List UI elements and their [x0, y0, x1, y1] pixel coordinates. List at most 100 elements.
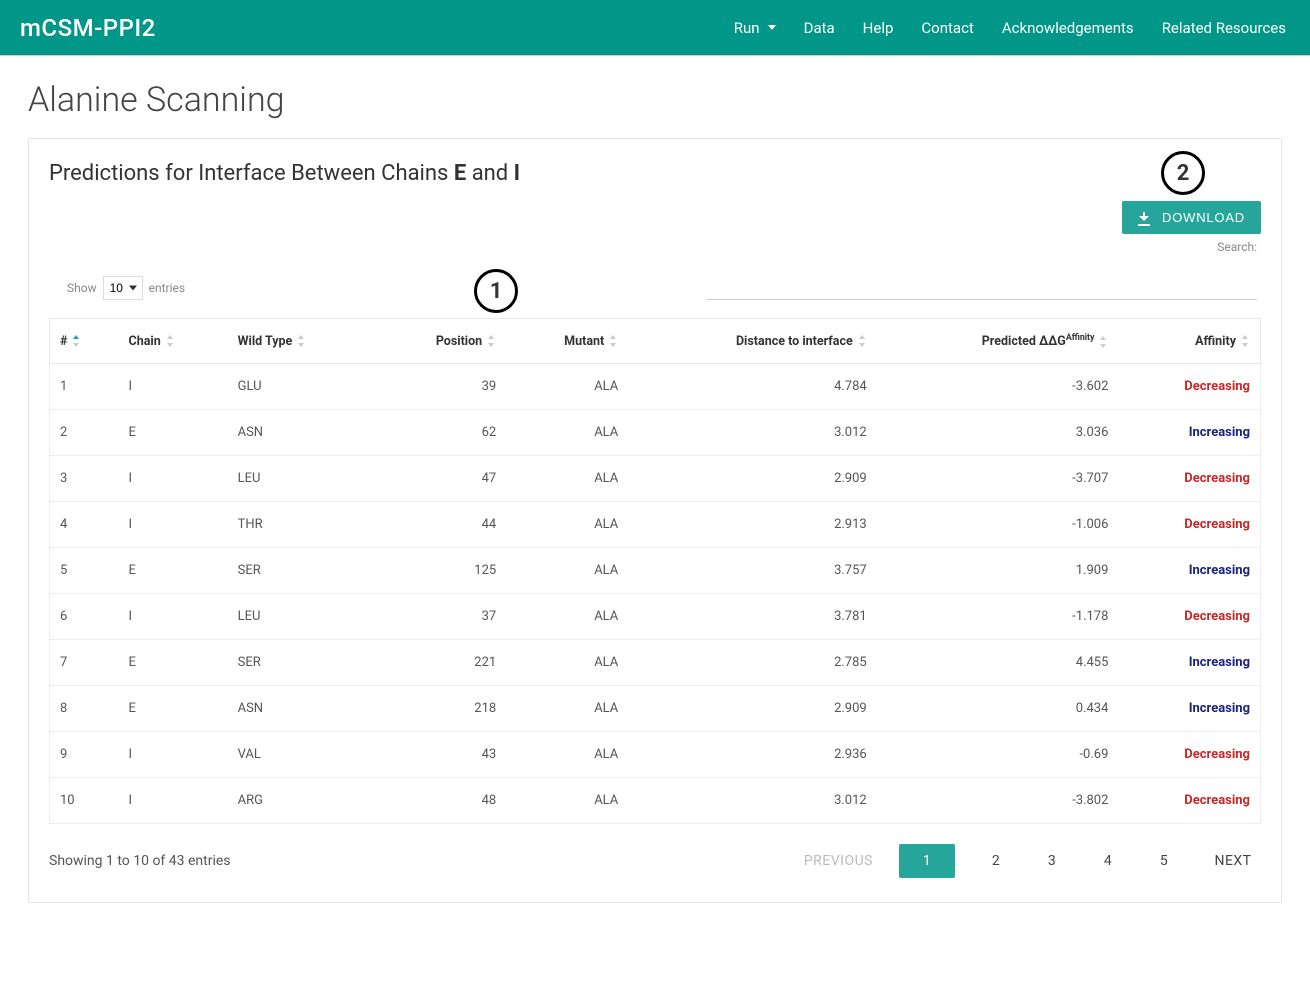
- cell-affinity: Increasing: [1118, 548, 1260, 594]
- cell-distance: 2.909: [628, 456, 876, 502]
- predictions-table: # Chain Wild Type Position Mutant Distan…: [49, 318, 1261, 824]
- table-row: 10IARG48ALA3.012-3.802Decreasing: [50, 778, 1261, 824]
- cell-chain: E: [119, 640, 228, 686]
- subtitle-chain1: E: [454, 161, 466, 186]
- cell-mutant: ALA: [506, 594, 628, 640]
- download-button[interactable]: DOWNLOAD: [1122, 201, 1261, 234]
- cell-ddg: -3.802: [877, 778, 1119, 824]
- page-1[interactable]: 1: [899, 844, 955, 878]
- nav-run-label: Run: [734, 19, 760, 37]
- search-input[interactable]: [707, 276, 1257, 300]
- cell-number: 6: [50, 594, 119, 640]
- download-label: DOWNLOAD: [1162, 210, 1245, 225]
- col-wild-type[interactable]: Wild Type: [228, 319, 374, 364]
- nav-help[interactable]: Help: [863, 19, 894, 37]
- page-2[interactable]: 2: [981, 844, 1011, 878]
- cell-ddg: -0.69: [877, 732, 1119, 778]
- cell-number: 4: [50, 502, 119, 548]
- table-row: 9IVAL43ALA2.936-0.69Decreasing: [50, 732, 1261, 778]
- download-icon: [1138, 212, 1150, 224]
- cell-wild-type: VAL: [228, 732, 374, 778]
- cell-ddg: 3.036: [877, 410, 1119, 456]
- cell-wild-type: LEU: [228, 456, 374, 502]
- annotation-1: 1: [474, 269, 518, 313]
- col-mutant[interactable]: Mutant: [506, 319, 628, 364]
- col-ddg[interactable]: Predicted ΔΔGAffinity: [877, 319, 1119, 364]
- pagination: PREVIOUS 12345 NEXT: [804, 844, 1261, 878]
- brand-logo[interactable]: mCSM-PPI2: [20, 14, 156, 42]
- cell-chain: I: [119, 456, 228, 502]
- page-4[interactable]: 4: [1093, 844, 1123, 878]
- nav-links: Run Data Help Contact Acknowledgements R…: [734, 19, 1286, 37]
- results-card: 1 2 Predictions for Interface Between Ch…: [28, 138, 1282, 903]
- page-next[interactable]: NEXT: [1205, 844, 1261, 878]
- cell-mutant: ALA: [506, 548, 628, 594]
- cell-number: 10: [50, 778, 119, 824]
- cell-distance: 3.781: [628, 594, 876, 640]
- nav-contact[interactable]: Contact: [921, 19, 973, 37]
- cell-ddg: -1.006: [877, 502, 1119, 548]
- cell-chain: E: [119, 686, 228, 732]
- page-title: Alanine Scanning: [28, 80, 1310, 120]
- subtitle-and: and: [466, 161, 513, 186]
- page-5[interactable]: 5: [1149, 844, 1179, 878]
- cell-affinity: Increasing: [1118, 686, 1260, 732]
- col-distance[interactable]: Distance to interface: [628, 319, 876, 364]
- cell-wild-type: GLU: [228, 364, 374, 410]
- col-affinity[interactable]: Affinity: [1118, 319, 1260, 364]
- cell-distance: 2.936: [628, 732, 876, 778]
- table-row: 6ILEU37ALA3.781-1.178Decreasing: [50, 594, 1261, 640]
- page-previous[interactable]: PREVIOUS: [804, 844, 873, 878]
- show-label-post: entries: [149, 281, 185, 295]
- cell-number: 1: [50, 364, 119, 410]
- cell-position: 37: [374, 594, 506, 640]
- cell-wild-type: THR: [228, 502, 374, 548]
- col-position[interactable]: Position: [374, 319, 506, 364]
- cell-chain: I: [119, 594, 228, 640]
- cell-chain: I: [119, 732, 228, 778]
- search-label: Search:: [1217, 240, 1257, 254]
- annotation-2: 2: [1161, 151, 1205, 195]
- cell-affinity: Decreasing: [1118, 364, 1260, 410]
- cell-number: 9: [50, 732, 119, 778]
- cell-ddg: 0.434: [877, 686, 1119, 732]
- subtitle-prefix: Predictions for Interface Between Chains: [49, 161, 454, 186]
- sort-icon: [859, 335, 867, 347]
- cell-mutant: ALA: [506, 732, 628, 778]
- cell-ddg: -3.602: [877, 364, 1119, 410]
- cell-position: 47: [374, 456, 506, 502]
- col-chain[interactable]: Chain: [119, 319, 228, 364]
- cell-mutant: ALA: [506, 686, 628, 732]
- navbar: mCSM-PPI2 Run Data Help Contact Acknowle…: [0, 0, 1310, 56]
- cell-position: 48: [374, 778, 506, 824]
- cell-chain: I: [119, 502, 228, 548]
- cell-wild-type: ASN: [228, 686, 374, 732]
- col-number[interactable]: #: [50, 319, 119, 364]
- cell-ddg: 1.909: [877, 548, 1119, 594]
- table-footer: Showing 1 to 10 of 43 entries PREVIOUS 1…: [49, 844, 1261, 878]
- nav-acknowledgements[interactable]: Acknowledgements: [1002, 19, 1134, 37]
- cell-mutant: ALA: [506, 410, 628, 456]
- page-size-select[interactable]: 10: [103, 276, 143, 300]
- nav-data[interactable]: Data: [804, 19, 835, 37]
- nav-related-resources[interactable]: Related Resources: [1162, 19, 1286, 37]
- cell-ddg: 4.455: [877, 640, 1119, 686]
- search-wrap: Search:: [707, 240, 1257, 300]
- cell-affinity: Decreasing: [1118, 778, 1260, 824]
- cell-position: 218: [374, 686, 506, 732]
- table-row: 1IGLU39ALA4.784-3.602Decreasing: [50, 364, 1261, 410]
- cell-affinity: Decreasing: [1118, 594, 1260, 640]
- card-subtitle: Predictions for Interface Between Chains…: [49, 161, 1261, 186]
- cell-wild-type: SER: [228, 640, 374, 686]
- sort-icon: [1100, 336, 1108, 348]
- cell-ddg: -3.707: [877, 456, 1119, 502]
- cell-affinity: Increasing: [1118, 410, 1260, 456]
- page-3[interactable]: 3: [1037, 844, 1067, 878]
- sort-icon: [167, 335, 175, 347]
- nav-run[interactable]: Run: [734, 19, 776, 37]
- cell-chain: I: [119, 778, 228, 824]
- cell-number: 5: [50, 548, 119, 594]
- cell-number: 7: [50, 640, 119, 686]
- cell-affinity: Decreasing: [1118, 456, 1260, 502]
- cell-distance: 2.785: [628, 640, 876, 686]
